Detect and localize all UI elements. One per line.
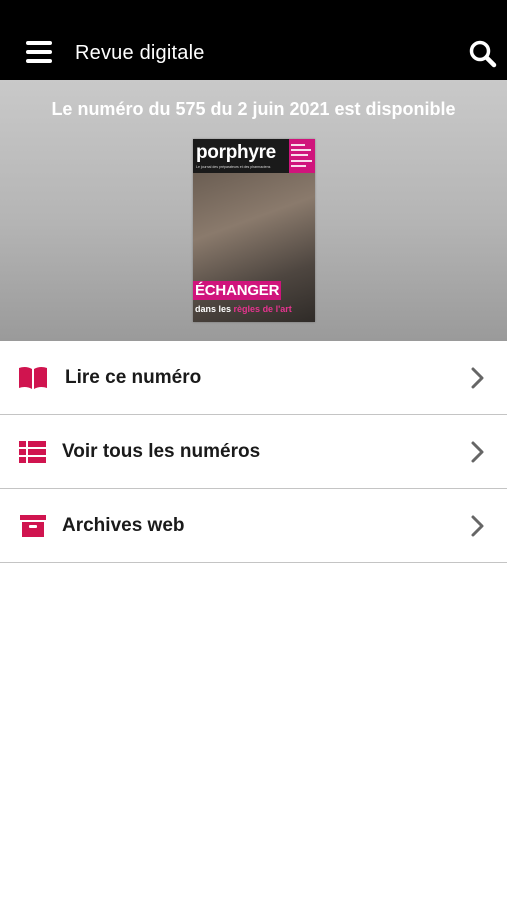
cover-subline-highlight: règles de l'art bbox=[233, 304, 292, 314]
cover-brand: porphyre bbox=[196, 142, 276, 163]
latest-issue-hero: Le numéro du 575 du 2 juin 2021 est disp… bbox=[0, 80, 507, 341]
app-title: Revue digitale bbox=[75, 42, 205, 64]
cover-tagline: Le journal des préparateurs et des pharm… bbox=[196, 165, 271, 169]
chevron-right-icon bbox=[466, 365, 490, 391]
hamburger-menu-icon[interactable] bbox=[22, 38, 56, 68]
search-icon[interactable] bbox=[466, 37, 500, 71]
cover-subline-plain: dans les bbox=[195, 304, 232, 314]
menu-item-all-issues[interactable]: Voir tous les numéros bbox=[0, 415, 507, 489]
menu-item-read-issue[interactable]: Lire ce numéro bbox=[0, 341, 507, 415]
list-icon bbox=[18, 439, 48, 465]
chevron-right-icon bbox=[466, 513, 490, 539]
cover-subline: dans les règles de l'art bbox=[195, 304, 292, 315]
menu-item-label: Lire ce numéro bbox=[65, 367, 202, 388]
latest-issue-headline: Le numéro du 575 du 2 juin 2021 est disp… bbox=[51, 99, 456, 119]
cover-side-panel bbox=[289, 139, 315, 173]
chevron-right-icon bbox=[466, 439, 490, 465]
menu-item-label: Archives web bbox=[62, 515, 185, 536]
issue-menu-list: Lire ce numéro Voir tous les numéros Arc… bbox=[0, 341, 507, 563]
menu-item-label: Voir tous les numéros bbox=[62, 441, 261, 462]
menu-item-web-archives[interactable]: Archives web bbox=[0, 489, 507, 563]
magazine-cover-image[interactable]: porphyre Le journal des préparateurs et … bbox=[193, 139, 315, 322]
top-app-bar: Revue digitale bbox=[0, 0, 507, 80]
open-book-icon bbox=[18, 365, 48, 391]
archive-box-icon bbox=[18, 513, 48, 539]
cover-banner: ÉCHANGER bbox=[193, 281, 282, 300]
